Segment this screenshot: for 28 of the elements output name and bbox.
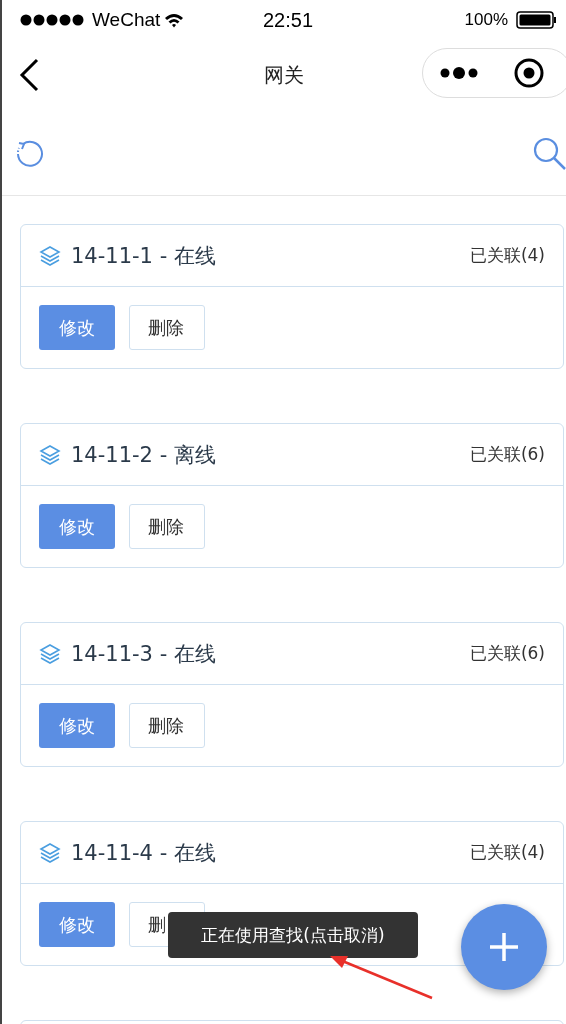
carrier-name: WeChat [92,9,161,31]
clock-time: 22:51 [262,8,314,32]
gateway-name: 14-11-2 - 离线 [71,441,216,469]
search-icon[interactable] [532,135,566,170]
linked-count: 已关联(4) [469,841,545,864]
delete-button[interactable]: 删除 [129,504,205,549]
linked-count: 已关联(6) [469,642,545,665]
battery-percent: 100% [464,10,508,30]
wifi-icon [164,12,185,28]
add-button[interactable] [461,904,547,990]
layers-icon [39,642,61,665]
gateway-name: 14-11-3 - 在线 [71,640,216,668]
layers-icon [39,841,61,864]
gateway-name: 14-11-4 - 在线 [71,839,216,867]
gateway-name: 14-11-1 - 在线 [71,242,216,270]
search-toast[interactable]: 正在使用查找(点击取消) [168,912,418,958]
close-target-icon[interactable] [513,57,545,89]
battery-icon [516,11,556,29]
delete-button[interactable]: 删除 [129,703,205,748]
linked-count: 已关联(4) [469,244,545,267]
layers-icon [39,443,61,466]
page-title: 网关 [263,61,305,89]
capsule-menu[interactable] [422,48,566,98]
delete-button[interactable]: 删除 [129,305,205,350]
layers-icon [39,244,61,267]
linked-count: 已关联(6) [469,443,545,466]
back-icon[interactable] [18,58,40,92]
plus-icon [488,931,520,963]
